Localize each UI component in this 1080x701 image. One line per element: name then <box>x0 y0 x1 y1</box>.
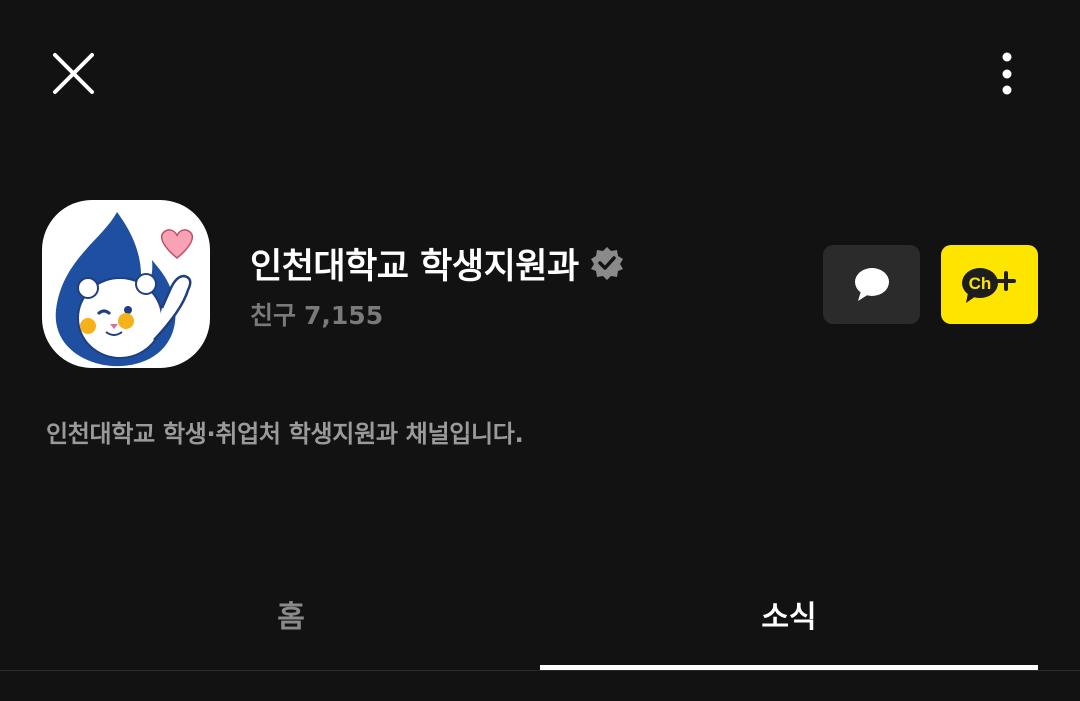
tab-divider <box>0 670 1080 671</box>
channel-add-icon: Ch <box>961 267 1016 303</box>
channel-profile-screen: 인천대학교 학생지원과 친구 7,155 Ch 인천대학교 학생·취업처 학생지원… <box>0 0 1080 701</box>
channel-title-row: 인천대학교 학생지원과 <box>250 236 625 290</box>
friends-count-row: 친구 7,155 <box>250 296 391 332</box>
more-options-button[interactable] <box>986 44 1028 104</box>
more-vertical-icon <box>1002 52 1012 95</box>
verified-badge-icon <box>589 245 625 281</box>
tab-news-label: 소식 <box>761 600 817 635</box>
channel-description: 인천대학교 학생·취업처 학생지원과 채널입니다. <box>46 420 524 448</box>
close-button[interactable] <box>44 45 102 103</box>
tab-news[interactable]: 소식 <box>540 580 1038 670</box>
channel-add-text: Ch <box>968 274 991 293</box>
tab-bar: 홈 소식 <box>42 580 1038 670</box>
channel-profile-image[interactable] <box>42 200 210 368</box>
chat-bubble-icon <box>854 267 889 301</box>
add-channel-button[interactable]: Ch <box>941 245 1038 324</box>
tab-home[interactable]: 홈 <box>42 580 540 670</box>
mascot-logo-image <box>55 212 194 367</box>
chat-button[interactable] <box>823 245 920 324</box>
close-icon <box>53 53 94 94</box>
channel-name: 인천대학교 학생지원과 <box>250 246 579 287</box>
friends-count: 7,155 <box>304 301 384 330</box>
tab-home-label: 홈 <box>277 600 305 635</box>
friends-label: 친구 <box>250 301 297 330</box>
